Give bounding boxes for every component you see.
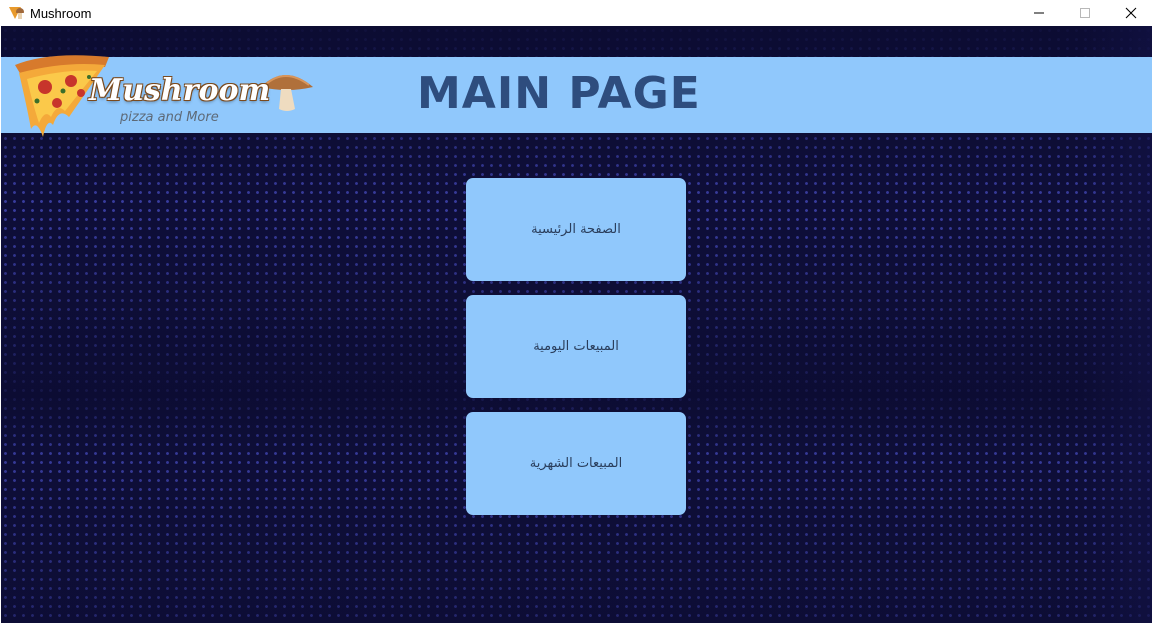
close-button[interactable] <box>1108 0 1154 26</box>
minimize-icon <box>1034 12 1044 14</box>
home-page-button[interactable]: الصفحة الرئيسية <box>466 178 686 281</box>
daily-sales-button[interactable]: المبيعات اليومية <box>466 295 686 398</box>
monthly-sales-button[interactable]: المبيعات الشهرية <box>466 412 686 515</box>
logo-wordmark: Mushroom <box>89 73 271 108</box>
app-window: Mushroom Mushroom pizza and More MAIN PA… <box>0 0 1154 623</box>
maximize-icon <box>1080 8 1090 18</box>
window-title: Mushroom <box>30 5 92 21</box>
window-controls <box>1016 0 1154 26</box>
page-title: MAIN PAGE <box>417 68 701 119</box>
minimize-button[interactable] <box>1016 0 1062 26</box>
app-icon <box>8 5 24 21</box>
title-bar[interactable]: Mushroom <box>0 0 1154 26</box>
logo-tagline: pizza and More <box>120 110 219 125</box>
header-banner: Mushroom pizza and More MAIN PAGE <box>1 55 1152 137</box>
logo: Mushroom pizza and More <box>9 47 319 143</box>
close-icon <box>1125 7 1137 19</box>
client-area: Mushroom pizza and More MAIN PAGE الصفحة… <box>1 26 1152 623</box>
maximize-button[interactable] <box>1062 0 1108 26</box>
